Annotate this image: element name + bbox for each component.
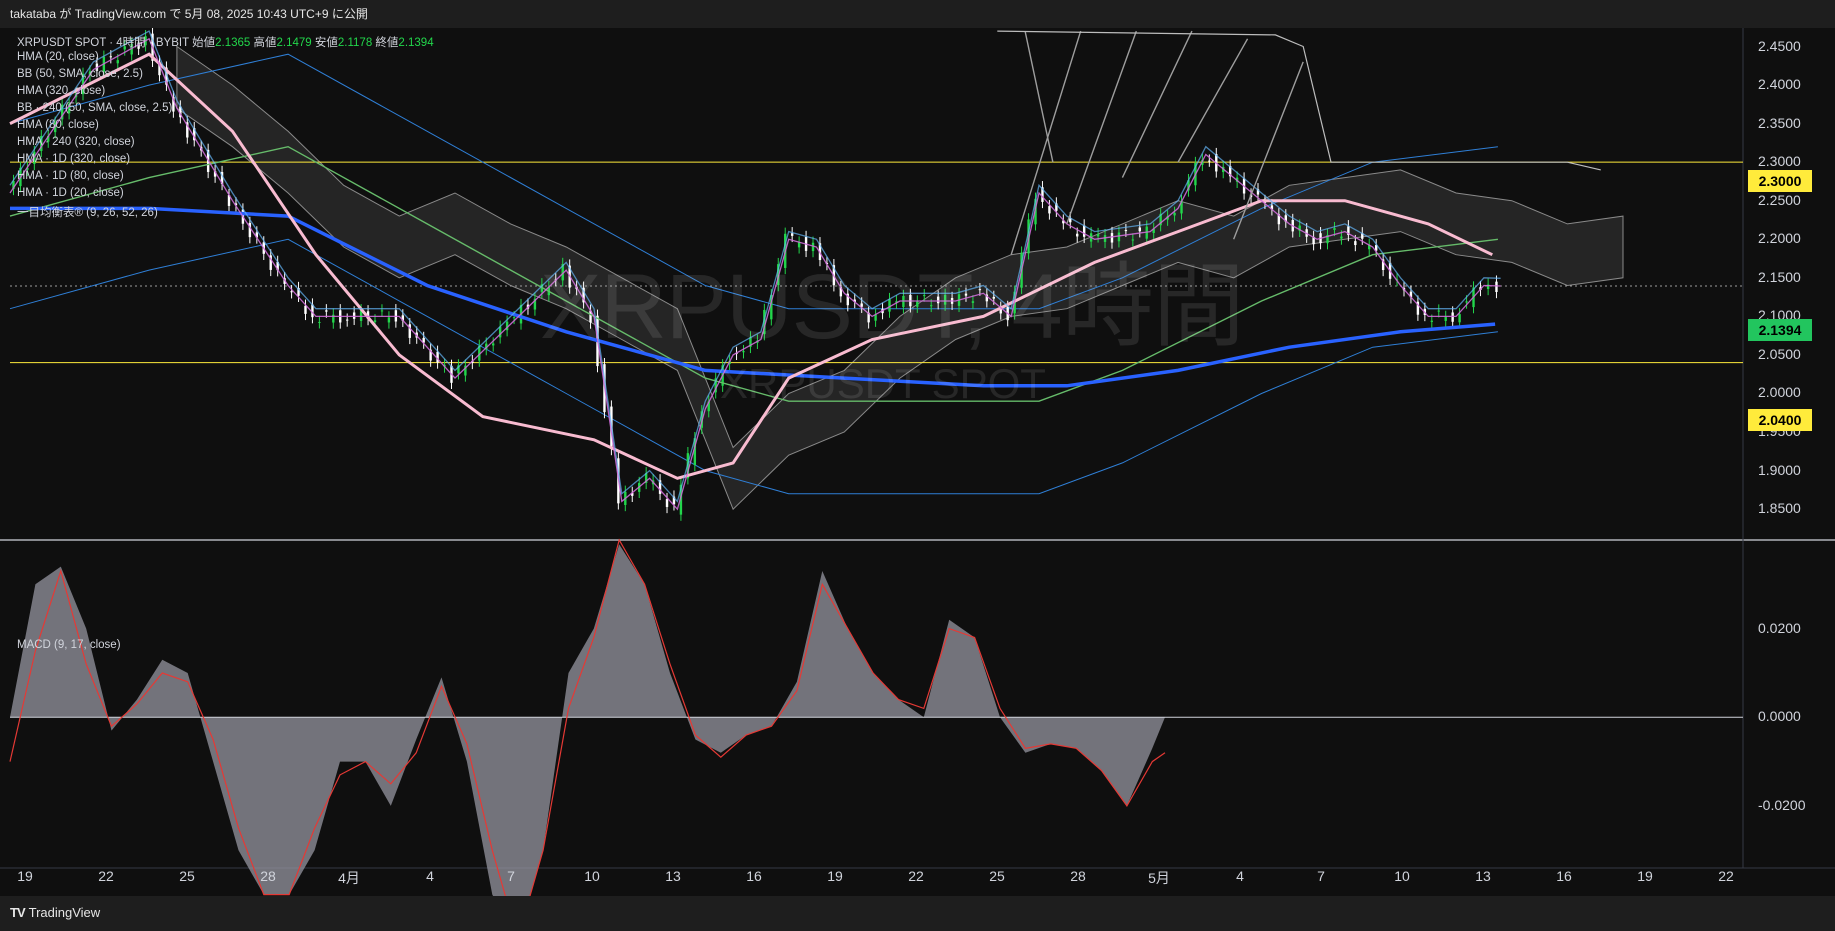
- time-tick-label: 10: [584, 868, 600, 884]
- symbol-label: XRPUSDT SPOT · 4時間 · BYBIT: [17, 37, 189, 49]
- close-value: 2.1394: [398, 37, 434, 49]
- low-value: 2.1178: [337, 37, 373, 49]
- candle-body: [492, 343, 495, 346]
- time-tick-label: 4: [426, 868, 434, 884]
- time-tick-label: 22: [98, 868, 114, 884]
- candle-body: [380, 310, 384, 312]
- candle-body: [1437, 310, 1440, 312]
- candle-body: [346, 319, 349, 321]
- time-tick-label: 22: [1718, 868, 1734, 884]
- branding-bar: TV TradingView: [0, 896, 1835, 931]
- macd-tick-label: -0.0200: [1758, 796, 1806, 813]
- candle-body: [352, 312, 356, 319]
- level-2-04-tag: 2.0400: [1748, 409, 1812, 431]
- macd-legend[interactable]: MACD (9, 17, close): [17, 639, 121, 651]
- indicator-legend-item[interactable]: BB (50, SMA, close, 2.5): [17, 68, 143, 80]
- indicator-legend-item[interactable]: BB · 240 (50, SMA, close, 2.5): [17, 102, 172, 114]
- price-tick-label: 2.3000: [1758, 153, 1801, 170]
- level-2-3-tag: 2.3000: [1748, 170, 1812, 192]
- price-tick-label: 2.4500: [1758, 37, 1801, 54]
- price-tick-label: 2.0000: [1758, 384, 1801, 401]
- candle-body: [387, 317, 391, 323]
- candle-body: [1495, 281, 1498, 293]
- open-label: 始値: [192, 37, 216, 49]
- candle-body: [1048, 206, 1051, 214]
- watermark-title: XRPUSDT, 4時間: [540, 256, 1245, 358]
- candle-body: [1430, 320, 1434, 322]
- time-tick-label: 16: [746, 868, 762, 884]
- price-tick-label: 2.4000: [1758, 76, 1801, 93]
- chart-area[interactable]: [0, 28, 1835, 896]
- candle-body: [318, 321, 321, 323]
- time-tick-label: 10: [1394, 868, 1410, 884]
- time-tick-label: 4: [1236, 868, 1244, 884]
- publish-info-bar: takataba が TradingView.com で 5月 08, 2025…: [0, 0, 1835, 28]
- time-tick-label: 7: [1317, 868, 1325, 884]
- time-tick-label: 4月: [338, 870, 360, 886]
- tradingview-logo[interactable]: TV TradingView: [10, 905, 100, 920]
- indicator-legend-item[interactable]: 一目均衡表® (9, 26, 52, 26): [17, 204, 158, 220]
- time-tick-label: 5月: [1148, 870, 1170, 886]
- candle-body: [1451, 312, 1454, 322]
- candle-body: [1138, 227, 1141, 232]
- candle-body: [290, 291, 293, 293]
- high-label: 高値: [253, 37, 277, 49]
- time-tick-label: 19: [827, 868, 843, 884]
- ohlc-legend[interactable]: XRPUSDT SPOT · 4時間 · BYBIT 始値2.1365 高値2.…: [17, 34, 434, 50]
- candle-body: [373, 320, 377, 322]
- candle-body: [1333, 228, 1336, 230]
- time-tick-label: 28: [260, 868, 276, 884]
- indicator-legend-item[interactable]: HMA (20, close): [17, 51, 99, 63]
- time-tick-label: 7: [507, 868, 515, 884]
- indicator-legend-item[interactable]: HMA · 1D (320, close): [17, 153, 130, 165]
- watermark-subtitle: XRPUSDT SPOT: [720, 360, 1046, 407]
- candle-body: [1208, 160, 1211, 162]
- candle-body: [1354, 241, 1357, 246]
- high-value: 2.1479: [276, 37, 312, 49]
- indicator-legend-item[interactable]: HMA (80, close): [17, 119, 99, 131]
- price-tick-label: 1.9000: [1758, 461, 1801, 478]
- time-tick-label: 22: [908, 868, 924, 884]
- time-tick-label: 25: [179, 868, 195, 884]
- price-tick-label: 2.2500: [1758, 191, 1801, 208]
- price-tick-label: 2.3500: [1758, 114, 1801, 131]
- price-tick-label: 2.2000: [1758, 230, 1801, 247]
- price-tick-label: 2.0500: [1758, 345, 1801, 362]
- indicator-legend-item[interactable]: HMA · 240 (320, close): [17, 136, 135, 148]
- candle-body: [1444, 316, 1447, 321]
- time-tick-label: 13: [1475, 868, 1491, 884]
- candle-body: [304, 305, 307, 314]
- indicator-legend-item[interactable]: HMA · 1D (80, close): [17, 170, 124, 182]
- candle-body: [665, 499, 669, 507]
- time-tick-label: 19: [1637, 868, 1653, 884]
- candle-body: [325, 310, 328, 312]
- time-tick-label: 25: [989, 868, 1005, 884]
- candle-body: [116, 60, 119, 64]
- publish-text: takataba が TradingView.com で 5月 08, 2025…: [10, 7, 368, 21]
- time-tick-label: 28: [1070, 868, 1086, 884]
- time-tick-label: 16: [1556, 868, 1572, 884]
- candle-body: [1173, 212, 1176, 216]
- macd-tick-label: 0.0000: [1758, 708, 1801, 725]
- last-price-tag: 2.1394: [1748, 319, 1812, 341]
- candle-body: [1458, 314, 1461, 323]
- close-label: 終値: [375, 37, 399, 49]
- candle-body: [1124, 230, 1128, 232]
- candle-body: [1340, 236, 1343, 239]
- price-tick-label: 1.8500: [1758, 500, 1801, 517]
- tradingview-name: TradingView: [28, 905, 101, 920]
- candle-body: [109, 56, 113, 58]
- indicator-legend-item[interactable]: HMA · 1D (20, close): [17, 187, 124, 199]
- open-value: 2.1365: [215, 37, 251, 49]
- tv-logo-icon: TV: [10, 905, 26, 920]
- low-label: 安値: [314, 37, 338, 49]
- price-tick-label: 2.1500: [1758, 268, 1801, 285]
- time-tick-label: 13: [665, 868, 681, 884]
- candle-body: [1465, 301, 1468, 303]
- time-tick-label: 19: [17, 868, 33, 884]
- candle-body: [512, 317, 516, 319]
- macd-tick-label: 0.0200: [1758, 619, 1801, 636]
- indicator-legend-item[interactable]: HMA (320, close): [17, 85, 105, 97]
